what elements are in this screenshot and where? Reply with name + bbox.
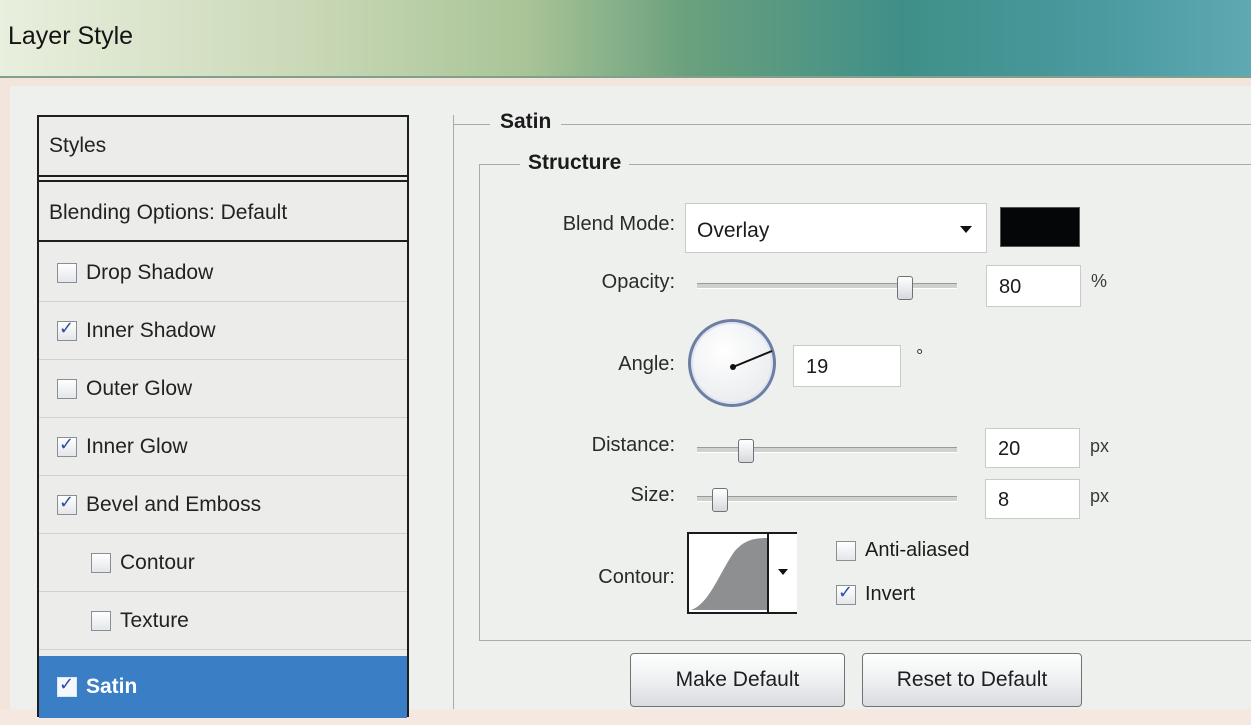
make-default-button[interactable]: Make Default <box>630 653 845 707</box>
style-item-texture[interactable]: Texture <box>39 592 407 650</box>
anti-aliased-option[interactable]: Anti-aliased <box>836 539 970 562</box>
window-title: Layer Style <box>8 22 134 50</box>
angle-input[interactable]: 19 <box>793 345 901 387</box>
anti-aliased-label: Anti-aliased <box>865 539 970 561</box>
blend-mode-select[interactable]: Overlay <box>685 203 987 253</box>
structure-title: Structure <box>520 151 630 175</box>
styles-header[interactable]: Styles <box>39 117 407 177</box>
invert-checkbox[interactable] <box>836 582 856 605</box>
bevel-emboss-checkbox[interactable] <box>57 492 77 515</box>
blending-options-item[interactable]: Blending Options: Default <box>39 180 407 242</box>
satin-checkbox[interactable] <box>57 674 77 697</box>
size-slider-thumb[interactable] <box>712 488 728 512</box>
contour-label: Contour: <box>598 566 675 588</box>
style-item-label: Inner Shadow <box>86 318 216 342</box>
opacity-label: Opacity: <box>601 271 675 293</box>
style-item-label: Contour <box>120 550 195 574</box>
style-item-drop-shadow[interactable]: Drop Shadow <box>39 244 407 302</box>
chevron-down-icon[interactable] <box>960 226 972 233</box>
style-item-label: Bevel and Emboss <box>86 492 262 516</box>
angle-label: Angle: <box>618 353 675 375</box>
distance-label: Distance: <box>591 434 675 456</box>
satin-title: Satin <box>490 110 562 134</box>
satin-color-swatch[interactable] <box>1000 207 1080 247</box>
style-item-contour[interactable]: Contour <box>39 534 407 592</box>
opacity-slider-thumb[interactable] <box>897 276 913 300</box>
style-item-label: Inner Glow <box>86 434 188 458</box>
style-item-label: Drop Shadow <box>86 260 214 284</box>
style-item-label: Texture <box>120 608 189 632</box>
size-label: Size: <box>630 484 675 506</box>
distance-unit: px <box>1090 436 1110 456</box>
invert-option[interactable]: Invert <box>836 582 916 606</box>
blend-mode-label: Blend Mode: <box>562 213 675 235</box>
opacity-unit: % <box>1091 271 1108 291</box>
size-input[interactable]: 8 <box>985 479 1080 519</box>
invert-label: Invert <box>865 583 916 605</box>
style-item-label: Satin <box>86 675 138 698</box>
reset-to-default-button[interactable]: Reset to Default <box>862 653 1082 707</box>
distance-input[interactable]: 20 <box>985 428 1080 468</box>
distance-slider[interactable] <box>697 447 957 453</box>
contour-dropdown-arrow[interactable] <box>767 534 797 612</box>
distance-slider-thumb[interactable] <box>738 439 754 463</box>
drop-shadow-checkbox[interactable] <box>57 262 77 283</box>
style-item-inner-glow[interactable]: Inner Glow <box>39 418 407 476</box>
outer-glow-checkbox[interactable] <box>57 378 77 399</box>
texture-checkbox[interactable] <box>91 610 111 631</box>
anti-aliased-checkbox[interactable] <box>836 540 856 561</box>
angle-unit: ° <box>916 346 924 366</box>
angle-needle-icon <box>730 350 773 370</box>
opacity-slider[interactable] <box>697 283 957 289</box>
contour-checkbox[interactable] <box>91 552 111 573</box>
style-item-bevel-emboss[interactable]: Bevel and Emboss <box>39 476 407 534</box>
angle-dial[interactable] <box>688 319 776 407</box>
opacity-input[interactable]: 80 <box>986 265 1081 307</box>
style-item-label: Outer Glow <box>86 376 193 400</box>
title-bar: Layer Style <box>0 0 1251 78</box>
size-unit: px <box>1090 486 1110 506</box>
blend-mode-value: Overlay <box>697 219 770 242</box>
style-item-outer-glow[interactable]: Outer Glow <box>39 360 407 418</box>
styles-list: Styles Blending Options: Default Drop Sh… <box>37 115 409 718</box>
inner-glow-checkbox[interactable] <box>57 434 77 457</box>
style-item-inner-shadow[interactable]: Inner Shadow <box>39 302 407 360</box>
contour-curve-icon <box>691 538 767 610</box>
inner-shadow-checkbox[interactable] <box>57 318 77 341</box>
size-slider[interactable] <box>697 496 957 502</box>
